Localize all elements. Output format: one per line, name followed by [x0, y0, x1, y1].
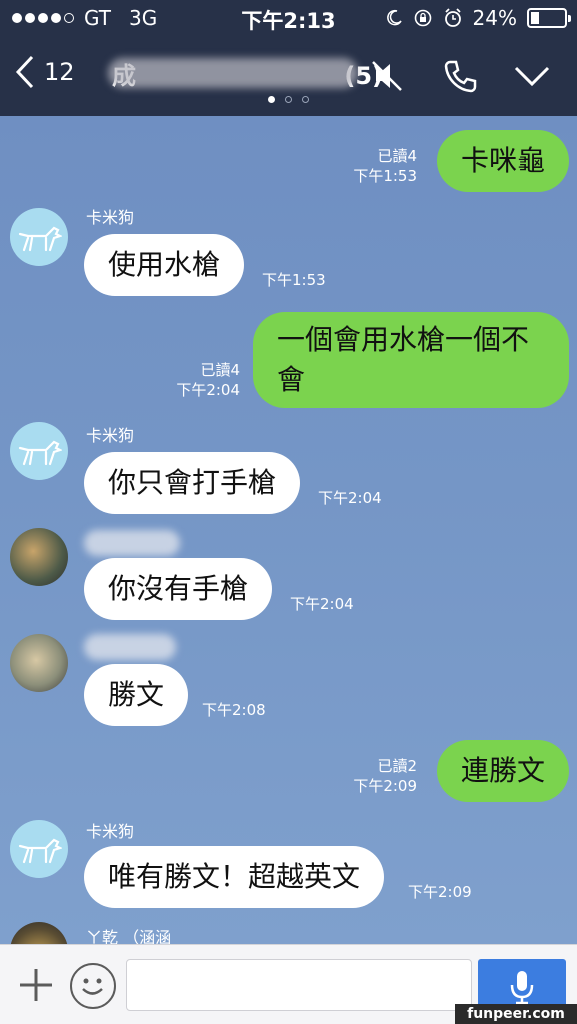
message-time: 下午2:09	[408, 883, 472, 901]
message-time: 下午2:04	[290, 595, 354, 613]
chat-area[interactable]: 已讀4 下午1:53 卡咪龜 卡米狗 使用水槍 下午1:53 已讀4 下午2:0…	[0, 116, 577, 944]
smile-face-icon	[82, 978, 103, 995]
battery-percent: 24%	[472, 6, 517, 30]
message-meta: 已讀4 下午1:53	[353, 147, 417, 185]
emoji-icon[interactable]	[70, 963, 116, 1009]
sender-name: 卡米狗	[86, 426, 135, 445]
avatar[interactable]	[10, 208, 68, 266]
watermark: funpeer.com	[455, 1004, 577, 1024]
plus-icon[interactable]	[16, 965, 56, 1005]
unread-count: 12	[44, 58, 75, 86]
avatar[interactable]	[10, 922, 68, 944]
dog-icon	[18, 440, 62, 466]
their-message-bubble[interactable]: 你只會打手槍	[84, 452, 301, 514]
mute-icon[interactable]	[368, 56, 408, 96]
back-chevron-icon	[15, 55, 34, 89]
dog-icon	[18, 226, 62, 252]
mic-icon	[510, 971, 534, 1005]
message-time: 下午2:08	[202, 701, 266, 719]
sender-name: 卡米狗	[86, 822, 135, 841]
chevron-down-icon[interactable]	[512, 56, 552, 96]
their-message-bubble[interactable]: 使用水槍	[84, 234, 245, 296]
avatar[interactable]	[10, 528, 68, 586]
message-input[interactable]	[126, 959, 472, 1011]
my-message-bubble[interactable]: 卡咪龜	[436, 130, 569, 192]
my-message-bubble[interactable]: 一個會用水槍一個不 會	[253, 312, 569, 408]
avatar[interactable]	[10, 422, 68, 480]
chat-header: 12 成 (5)	[0, 36, 577, 116]
their-message-bubble[interactable]: 唯有勝文！超越英文	[84, 846, 385, 908]
avatar[interactable]	[10, 634, 68, 692]
battery-icon	[527, 8, 571, 28]
page-indicator	[0, 96, 577, 103]
message-time: 下午1:53	[262, 271, 326, 289]
message-meta: 已讀4 下午2:04	[176, 361, 240, 399]
phone-icon[interactable]	[440, 56, 480, 96]
back-button[interactable]: 12	[14, 54, 75, 90]
redacted-sender-name	[84, 530, 180, 556]
moon-icon	[386, 9, 402, 26]
redacted-sender-name	[84, 634, 176, 660]
status-bar: GT 3G 下午2:13 24%	[0, 0, 577, 36]
their-message-bubble[interactable]: 你沒有手槍	[84, 558, 273, 620]
message-meta: 已讀2 下午2:09	[353, 757, 417, 795]
avatar[interactable]	[10, 820, 68, 878]
my-message-bubble[interactable]: 連勝文	[436, 740, 569, 802]
alarm-icon	[444, 8, 461, 27]
dog-icon	[18, 838, 62, 864]
message-time: 下午2:04	[318, 489, 382, 507]
redacted-title	[108, 58, 358, 88]
rotation-lock-icon	[414, 9, 431, 27]
their-message-bubble[interactable]: 勝文	[84, 664, 189, 726]
sender-name: 卡米狗	[86, 208, 135, 227]
sender-name: ㄚ乾 （涵涵	[86, 928, 172, 944]
